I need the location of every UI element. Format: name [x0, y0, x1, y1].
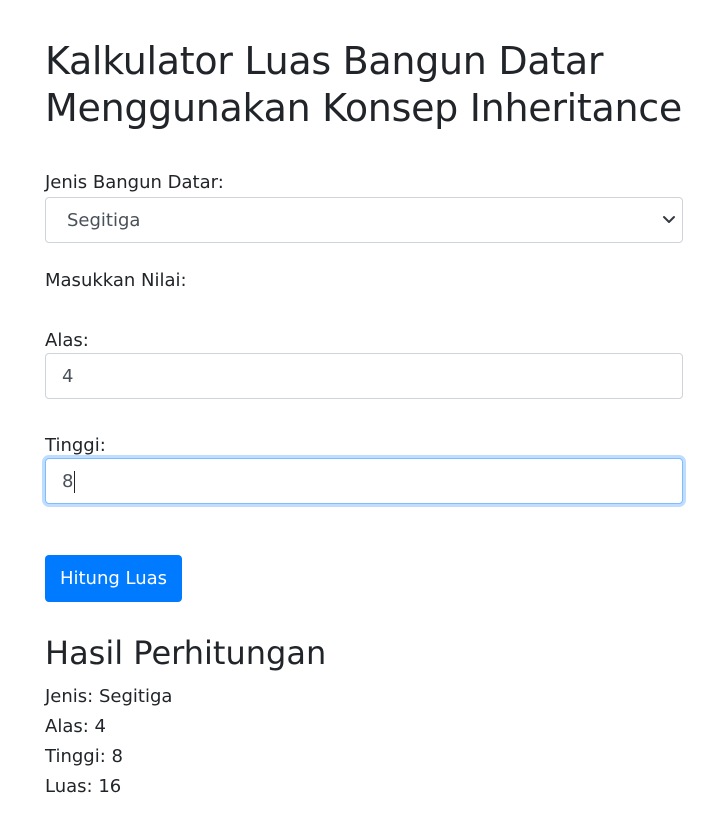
page-title-line1: Kalkulator Luas Bangun Datar — [45, 39, 604, 83]
shape-type-selected: Segitiga — [67, 210, 141, 231]
main-container: Kalkulator Luas Bangun Datar Menggunakan… — [45, 0, 683, 802]
text-caret — [74, 471, 76, 493]
height-input-value: 8 — [62, 471, 74, 492]
calculate-area-button[interactable]: Hitung Luas — [45, 555, 182, 602]
values-label: Masukkan Nilai: — [45, 270, 187, 291]
base-input[interactable]: 4 — [45, 353, 683, 399]
height-input-value-wrap: 8 — [62, 471, 76, 493]
base-label: Alas: — [45, 330, 89, 351]
base-input-value: 4 — [62, 366, 74, 387]
result-heading: Hasil Perhitungan — [45, 634, 327, 672]
page-title: Kalkulator Luas Bangun Datar Menggunakan… — [45, 0, 683, 132]
shape-type-label: Jenis Bangun Datar: — [45, 172, 224, 193]
height-label: Tinggi: — [45, 435, 106, 456]
page-title-line2: Menggunakan Konsep Inheritance — [45, 86, 682, 130]
result-line-area: Luas: 16 — [45, 776, 122, 797]
result-list: Jenis: Segitiga Alas: 4 Tinggi: 8 Luas: … — [45, 682, 683, 802]
chevron-down-icon — [663, 216, 675, 223]
result-line-base: Alas: 4 — [45, 716, 106, 737]
shape-type-select[interactable]: Segitiga — [45, 197, 683, 243]
result-line-height: Tinggi: 8 — [45, 746, 123, 767]
result-line-type: Jenis: Segitiga — [45, 686, 173, 707]
height-input[interactable]: 8 — [45, 458, 683, 504]
